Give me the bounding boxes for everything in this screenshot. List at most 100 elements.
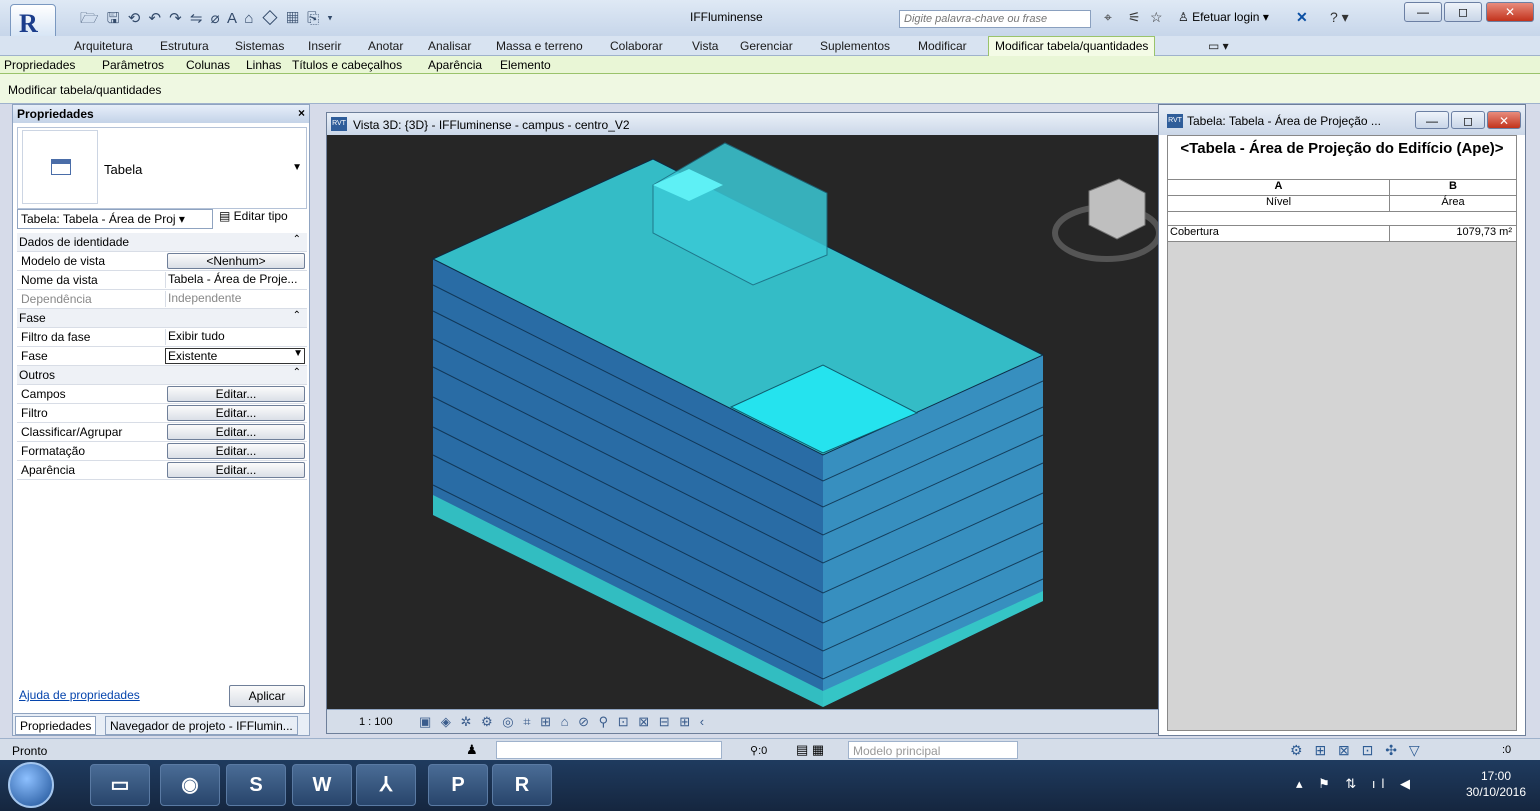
- type-selector-preview[interactable]: Tabela ▼: [17, 127, 307, 209]
- tab-colaborar[interactable]: Colaborar: [610, 39, 663, 53]
- phase-select[interactable]: Existente: [165, 348, 305, 364]
- tab-anotar[interactable]: Anotar: [368, 39, 403, 53]
- ctab-parametros[interactable]: Parâmetros: [102, 58, 164, 72]
- schedule-close-button[interactable]: ✕: [1487, 111, 1521, 129]
- column-header-area[interactable]: Área: [1390, 196, 1516, 211]
- cell-area[interactable]: 1079,73 m²: [1390, 226, 1516, 241]
- powerpoint-icon[interactable]: P: [428, 764, 488, 806]
- tab-properties[interactable]: Propriedades: [15, 716, 97, 735]
- design-options-icon[interactable]: ▤ ▦: [796, 742, 824, 758]
- workset-select[interactable]: [496, 741, 722, 759]
- tab-sistemas[interactable]: Sistemas: [235, 39, 284, 53]
- windows-taskbar: ▭ ◉ S W ⅄ P R ▴ ⚑ ⇅ ıl ◀ 17:00 30/10/2016: [0, 760, 1540, 811]
- ctab-titulos-e-cabecalhos[interactable]: Títulos e cabeçalhos: [292, 58, 402, 72]
- ctab-colunas[interactable]: Colunas: [186, 58, 230, 72]
- ctab-linhas[interactable]: Linhas: [246, 58, 281, 72]
- favorites-star-icon[interactable]: ☆: [1150, 9, 1163, 26]
- tab-gerenciar[interactable]: Gerenciar: [740, 39, 793, 53]
- tab-modificar-tabela-quantidades[interactable]: Modificar tabela/quantidades: [988, 36, 1156, 56]
- prop-phase-filter: Filtro da fase Exibir tudo: [17, 328, 307, 347]
- start-button[interactable]: [8, 762, 54, 808]
- formatting-edit-button[interactable]: Editar...: [167, 443, 305, 459]
- close-button[interactable]: ✕: [1486, 2, 1534, 22]
- selection-filter-icons[interactable]: ⚙ ⊞ ⊠ ⊡ ✣ ▽: [1290, 742, 1424, 759]
- view-template-button[interactable]: <Nenhum>: [167, 253, 305, 269]
- revit-view-icon: RVT: [331, 117, 347, 131]
- worksets-icon[interactable]: ♟: [466, 742, 478, 758]
- maximize-button[interactable]: ◻: [1444, 2, 1482, 22]
- view-3d-window[interactable]: RVT Vista 3D: {3D} - IFFluminense - camp…: [326, 112, 1160, 734]
- search-input[interactable]: [899, 10, 1091, 28]
- column-letter-row: A B: [1168, 180, 1516, 196]
- login-button[interactable]: ♙ Efetuar login ▾: [1178, 10, 1269, 24]
- file-explorer-icon[interactable]: ▭: [90, 764, 150, 806]
- appearance-edit-button[interactable]: Editar...: [167, 462, 305, 478]
- edit-type-button[interactable]: ▤ Editar tipo: [219, 209, 288, 223]
- type-filter-select[interactable]: Tabela: Tabela - Área de Proj ▾: [17, 209, 213, 229]
- tab-project-browser[interactable]: Navegador de projeto - IFFlumin...: [105, 716, 298, 735]
- chrome-icon[interactable]: ◉: [160, 764, 220, 806]
- ribbon-options-icon[interactable]: ▭ ▾: [1208, 39, 1229, 53]
- ctab-propriedades[interactable]: Propriedades: [4, 58, 75, 72]
- type-name: Tabela: [104, 162, 143, 177]
- tab-suplementos[interactable]: Suplementos: [820, 39, 890, 53]
- minimize-button[interactable]: —: [1404, 2, 1442, 22]
- view-3d-title: Vista 3D: {3D} - IFFluminense - campus -…: [353, 118, 630, 132]
- cell-level[interactable]: Cobertura: [1168, 226, 1390, 241]
- tab-massa-e-terreno[interactable]: Massa e terreno: [496, 39, 583, 53]
- schedule-window[interactable]: RVT Tabela: Tabela - Área de Projeção ..…: [1158, 104, 1526, 736]
- tab-estrutura[interactable]: Estrutura: [160, 39, 209, 53]
- exchange-icon[interactable]: ✕: [1296, 9, 1308, 26]
- clock[interactable]: 17:00 30/10/2016: [1464, 768, 1528, 800]
- revit-view-icon: RVT: [1167, 114, 1183, 128]
- section-phase[interactable]: Fase ⌃: [17, 309, 307, 328]
- system-tray-icons[interactable]: ▴ ⚑ ⇅ ıl ◀: [1296, 776, 1416, 792]
- binoculars-icon[interactable]: ⌖: [1104, 9, 1112, 26]
- help-button[interactable]: ? ▾: [1330, 9, 1349, 26]
- phase-filter-field[interactable]: Exibir tudo: [165, 329, 305, 345]
- schedule-title[interactable]: <Tabela - Área de Projeção do Edifício (…: [1168, 136, 1516, 180]
- building-3d-model[interactable]: [327, 135, 1159, 709]
- user-icon: ♙: [1178, 10, 1193, 24]
- close-icon[interactable]: ×: [298, 106, 305, 120]
- view-name-field[interactable]: Tabela - Área de Proje...: [165, 272, 305, 288]
- table-row[interactable]: Cobertura 1079,73 m²: [1168, 226, 1516, 242]
- sort-edit-button[interactable]: Editar...: [167, 424, 305, 440]
- filter-edit-button[interactable]: Editar...: [167, 405, 305, 421]
- apply-button[interactable]: Aplicar: [229, 685, 305, 707]
- prop-dependency: Dependência Independente: [17, 290, 307, 309]
- prop-appearance: Aparência Editar...: [17, 461, 307, 480]
- ctab-elemento[interactable]: Elemento: [500, 58, 551, 72]
- revit-taskbar-icon[interactable]: R: [492, 764, 552, 806]
- skype-icon[interactable]: S: [226, 764, 286, 806]
- tab-vista[interactable]: Vista: [692, 39, 718, 53]
- view-scale[interactable]: 1 : 100: [359, 716, 393, 728]
- word-icon[interactable]: W: [292, 764, 352, 806]
- column-letter-b[interactable]: B: [1390, 180, 1516, 195]
- section-identity[interactable]: Dados de identidade ⌃: [17, 233, 307, 252]
- context-panel-label: Modificar tabela/quantidades: [8, 83, 162, 97]
- schedule-window-header: RVT Tabela: Tabela - Área de Projeção ..…: [1159, 105, 1525, 135]
- acrobat-icon[interactable]: ⅄: [356, 764, 416, 806]
- view-cube-icon: [1088, 178, 1146, 240]
- chevron-down-icon[interactable]: ▼: [292, 162, 302, 173]
- spacer-row: [1168, 212, 1516, 226]
- revit-logo-icon: R: [19, 9, 38, 38]
- properties-help-link[interactable]: Ajuda de propriedades: [19, 688, 140, 702]
- tab-modificar[interactable]: Modificar: [918, 39, 967, 53]
- schedule-minimize-button[interactable]: —: [1415, 111, 1449, 129]
- ctab-aparencia[interactable]: Aparência: [428, 58, 482, 72]
- quick-access-toolbar[interactable]: 🗁 🖫 ⟲ ↶ ↷ ⇋ ⌀ A ⌂ ◇ ▦ ⎘ ▾: [80, 8, 335, 33]
- column-header-row: Nível Área: [1168, 196, 1516, 212]
- model-select[interactable]: Modelo principal: [848, 741, 1018, 759]
- fields-edit-button[interactable]: Editar...: [167, 386, 305, 402]
- section-other[interactable]: Outros ⌃: [17, 366, 307, 385]
- tab-analisar[interactable]: Analisar: [428, 39, 471, 53]
- column-header-nivel[interactable]: Nível: [1168, 196, 1390, 211]
- subscription-icon[interactable]: ⚟: [1128, 9, 1141, 26]
- column-letter-a[interactable]: A: [1168, 180, 1390, 195]
- tab-inserir[interactable]: Inserir: [308, 39, 341, 53]
- tab-arquitetura[interactable]: Arquitetura: [74, 39, 133, 53]
- schedule-maximize-button[interactable]: ◻: [1451, 111, 1485, 129]
- view-control-icons[interactable]: ▣ ◈ ✲ ⚙ ◎ ⌗ ⊞ ⌂ ⊘ ⚲ ⊡ ⊠ ⊟ ⊞ ‹: [419, 714, 707, 730]
